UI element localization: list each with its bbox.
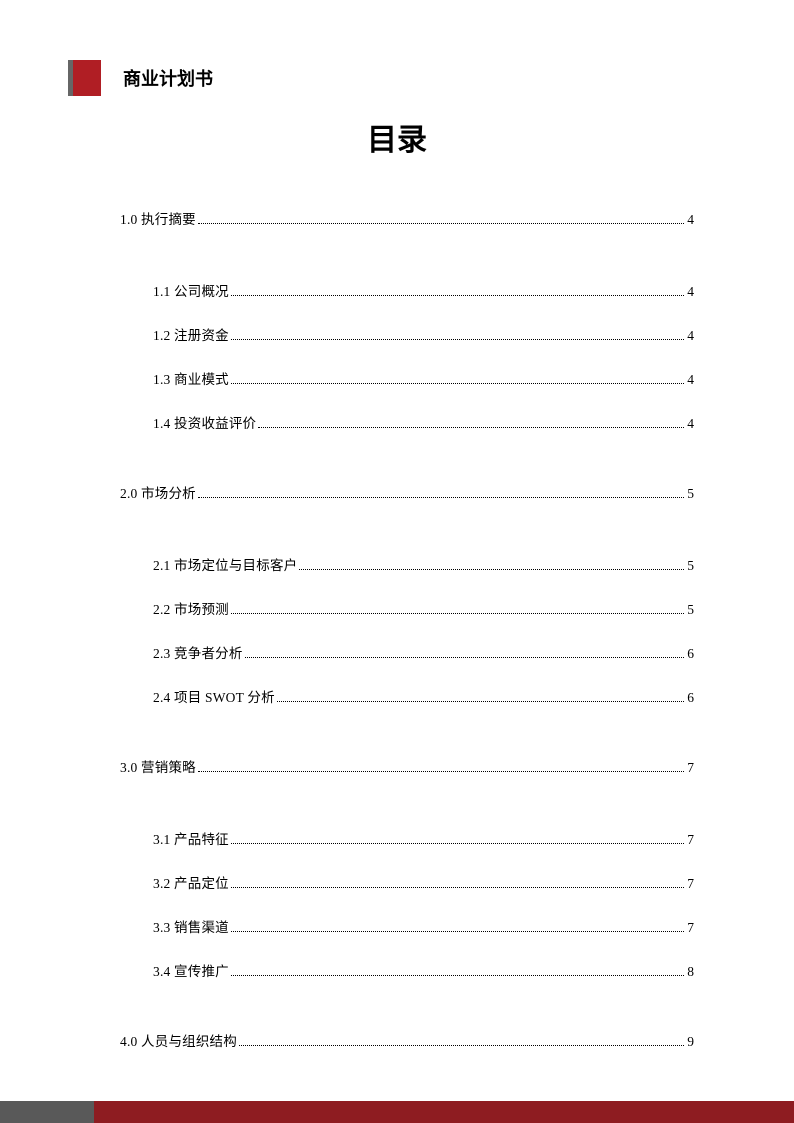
toc-dot-leader-icon [198,223,684,224]
toc-entry-page: 6 [687,690,694,706]
toc-entry: 2.2 市场预测 5 [120,598,694,642]
toc-entry: 3.4 宣传推广 8 [120,960,694,1004]
toc-entry-page: 6 [687,646,694,662]
toc-entry: 1.3 商业模式 4 [120,368,694,412]
toc-dot-leader-icon [231,843,684,844]
toc-entry-label: 1.0 执行摘要 [120,208,196,228]
toc-entry: 3.1 产品特征 7 [120,828,694,872]
toc-dot-leader-icon [231,975,684,976]
toc-dot-leader-icon [258,427,684,428]
header-accent-icon [68,60,101,96]
toc-entry-label: 2.0 市场分析 [120,482,196,502]
toc-dot-leader-icon [231,295,684,296]
footer-accent-icon [0,1101,794,1123]
toc-entry-page: 4 [687,372,694,388]
toc-entry-label: 2.3 竞争者分析 [153,642,243,662]
toc-entry-page: 4 [687,212,694,228]
toc-entry: 2.0 市场分析 5 [120,482,694,528]
toc-entry-page: 4 [687,284,694,300]
toc-entry: 1.4 投资收益评价 4 [120,412,694,456]
toc-entry-label: 1.4 投资收益评价 [153,412,256,432]
toc-entry-label: 1.2 注册资金 [153,324,229,344]
toc-entry-label: 3.0 营销策略 [120,756,196,776]
toc-dot-leader-icon [239,1045,684,1046]
toc-entry-page: 7 [687,920,694,936]
toc-entry-page: 7 [687,832,694,848]
toc-entry: 2.3 竞争者分析 6 [120,642,694,686]
toc-entry-label: 2.1 市场定位与目标客户 [153,554,297,574]
toc-entry-page: 4 [687,328,694,344]
toc-entry-label: 1.3 商业模式 [153,368,229,388]
toc-entry-label: 1.1 公司概况 [153,280,229,300]
toc-entry-label: 3.1 产品特征 [153,828,229,848]
toc-dot-leader-icon [198,497,684,498]
document-title: 商业计划书 [123,65,213,91]
toc-entry-page: 7 [687,876,694,892]
toc-entry-page: 5 [687,486,694,502]
toc-entry: 3.2 产品定位 7 [120,872,694,916]
toc-entry-label: 2.2 市场预测 [153,598,229,618]
toc-dot-leader-icon [245,657,685,658]
page-header: 商业计划书 [68,60,213,96]
toc-dot-leader-icon [231,613,684,614]
toc-entry: 2.4 项目 SWOT 分析 6 [120,686,694,730]
toc-entry-label: 3.2 产品定位 [153,872,229,892]
toc-dot-leader-icon [231,383,684,384]
toc-entry-page: 9 [687,1034,694,1050]
toc-entry: 3.0 营销策略 7 [120,756,694,802]
toc-dot-leader-icon [299,569,684,570]
toc-entry: 4.0 人员与组织结构 9 [120,1030,694,1076]
toc-dot-leader-icon [231,887,684,888]
toc-entry-page: 5 [687,558,694,574]
toc-title: 目录 [0,115,794,159]
toc-entry: 3.3 销售渠道 7 [120,916,694,960]
toc-dot-leader-icon [198,771,684,772]
toc-entry-label: 3.3 销售渠道 [153,916,229,936]
toc-entry: 1.1 公司概况 4 [120,280,694,324]
toc-dot-leader-icon [231,931,684,932]
toc-entry: 1.0 执行摘要 4 [120,208,694,254]
toc-entry-page: 5 [687,602,694,618]
table-of-contents: 1.0 执行摘要41.1 公司概况41.2 注册资金41.3 商业模式41.4 … [120,208,694,1076]
toc-entry-label: 3.4 宣传推广 [153,960,229,980]
toc-dot-leader-icon [277,701,684,702]
toc-entry-label: 2.4 项目 SWOT 分析 [153,686,275,706]
toc-entry-page: 8 [687,964,694,980]
toc-entry-page: 4 [687,416,694,432]
toc-entry-page: 7 [687,760,694,776]
toc-entry: 2.1 市场定位与目标客户 5 [120,554,694,598]
toc-entry-label: 4.0 人员与组织结构 [120,1030,237,1050]
toc-entry: 1.2 注册资金 4 [120,324,694,368]
toc-dot-leader-icon [231,339,684,340]
